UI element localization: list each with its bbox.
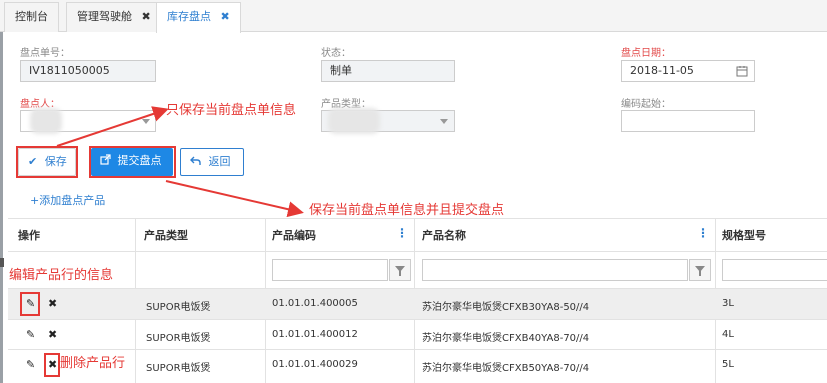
tab-label: 控制台 bbox=[15, 10, 48, 23]
product-code-filter-input[interactable] bbox=[272, 259, 388, 281]
back-label: 返回 bbox=[208, 155, 231, 168]
status-field: 制单 bbox=[321, 60, 455, 82]
pencil-icon[interactable]: ✎ bbox=[26, 359, 35, 371]
cell-spec: 3L bbox=[722, 298, 734, 309]
table-row[interactable]: ✎ ✖ SUPOR电饭煲 01.01.01.400005 苏泊尔豪华电饭煲CFX… bbox=[8, 289, 827, 319]
cell-product-name: 苏泊尔豪华电饭煲CFXB30YA8-50//4 bbox=[422, 302, 590, 313]
cell-product-type: SUPOR电饭煲 bbox=[146, 363, 211, 374]
funnel-stem bbox=[399, 271, 401, 276]
close-icon[interactable]: ✖ bbox=[142, 10, 151, 23]
tab-label: 管理驾驶舱 bbox=[77, 10, 132, 23]
product-code-filter-button[interactable] bbox=[389, 259, 411, 281]
submit-arrow bbox=[165, 180, 304, 218]
save-highlight bbox=[16, 146, 78, 178]
code-start-input[interactable] bbox=[621, 110, 755, 132]
close-icon[interactable]: ✖ bbox=[221, 10, 230, 23]
cell-product-code: 01.01.01.400012 bbox=[272, 329, 358, 340]
table-row[interactable]: ✎ ✖ SUPOR电饭煲 01.01.01.400029 苏泊尔豪华电饭煲CFX… bbox=[8, 350, 827, 380]
undo-arrow-icon bbox=[190, 156, 201, 165]
cell-product-type: SUPOR电饭煲 bbox=[146, 333, 211, 344]
funnel-stem bbox=[699, 271, 701, 276]
count-date-label: 盘点日期： bbox=[621, 48, 671, 59]
column-header-actions: 操作 bbox=[18, 229, 40, 242]
redacted-person bbox=[30, 108, 62, 134]
submit-annotation: 保存当前盘点单信息并且提交盘点 bbox=[309, 203, 505, 218]
cell-spec: 5L bbox=[722, 359, 734, 370]
tab-dashboard[interactable]: 管理驾驶舱 ✖ bbox=[66, 2, 162, 32]
chevron-down-icon bbox=[142, 119, 150, 124]
product-name-filter-input[interactable] bbox=[422, 259, 688, 281]
tab-label: 库存盘点 bbox=[167, 10, 211, 23]
delete-highlight bbox=[44, 353, 60, 377]
spec-filter-input[interactable] bbox=[722, 259, 827, 281]
column-header-spec[interactable]: 规格型号 bbox=[722, 227, 766, 243]
column-header-product-name[interactable]: 产品名称 bbox=[422, 227, 466, 243]
tab-bar: 控制台 管理驾驶舱 ✖ 库存盘点 ✖ bbox=[0, 0, 827, 33]
vertical-dots-icon[interactable]: ⋮ bbox=[396, 226, 408, 240]
vertical-dots-icon[interactable]: ⋮ bbox=[697, 226, 709, 240]
column-header-product-code[interactable]: 产品编码 bbox=[272, 227, 316, 243]
edit-annotation: 编辑产品行的信息 bbox=[9, 268, 114, 283]
x-icon[interactable]: ✖ bbox=[48, 329, 57, 341]
table-header-border bbox=[8, 251, 827, 252]
tab-inventory-count[interactable]: 库存盘点 ✖ bbox=[156, 2, 241, 33]
cell-product-name: 苏泊尔豪华电饭煲CFXB40YA8-70//4 bbox=[422, 333, 590, 344]
product-name-filter-button[interactable] bbox=[689, 259, 711, 281]
cell-product-type: SUPOR电饭煲 bbox=[146, 302, 211, 313]
status-label: 状态： bbox=[321, 48, 351, 59]
edit-highlight bbox=[20, 292, 40, 316]
tab-console[interactable]: 控制台 bbox=[4, 2, 59, 32]
cell-product-code: 01.01.01.400029 bbox=[272, 359, 358, 370]
delete-annotation: 删除产品行 bbox=[60, 352, 126, 371]
chevron-down-icon bbox=[440, 119, 448, 124]
submit-highlight bbox=[89, 146, 176, 178]
count-date-value: 2018-11-05 bbox=[630, 64, 694, 77]
column-header-product-type[interactable]: 产品类型 bbox=[144, 227, 188, 243]
add-product-link[interactable]: +添加盘点产品 bbox=[30, 192, 105, 208]
order-no-label: 盘点单号： bbox=[20, 48, 70, 59]
window-edge-marker bbox=[0, 258, 4, 267]
cell-product-name: 苏泊尔豪华电饭煲CFXB50YA8-70//4 bbox=[422, 363, 590, 374]
table-top-border bbox=[8, 218, 827, 219]
pencil-icon[interactable]: ✎ bbox=[26, 329, 35, 341]
count-date-input[interactable]: 2018-11-05 bbox=[621, 60, 755, 82]
x-icon[interactable]: ✖ bbox=[48, 298, 57, 310]
cell-spec: 4L bbox=[722, 329, 734, 340]
back-button[interactable]: 返回 bbox=[180, 148, 244, 176]
table-row[interactable]: ✎ ✖ SUPOR电饭煲 01.01.01.400012 苏泊尔豪华电饭煲CFX… bbox=[8, 320, 827, 350]
window-edge bbox=[0, 32, 3, 383]
redacted-product-type bbox=[328, 108, 380, 134]
order-no-field: IV1811050005 bbox=[20, 60, 156, 82]
calendar-icon[interactable] bbox=[736, 65, 748, 77]
code-start-label: 编码起始： bbox=[621, 99, 671, 110]
save-annotation: 只保存当前盘点单信息 bbox=[166, 103, 297, 118]
cell-product-code: 01.01.01.400005 bbox=[272, 298, 358, 309]
